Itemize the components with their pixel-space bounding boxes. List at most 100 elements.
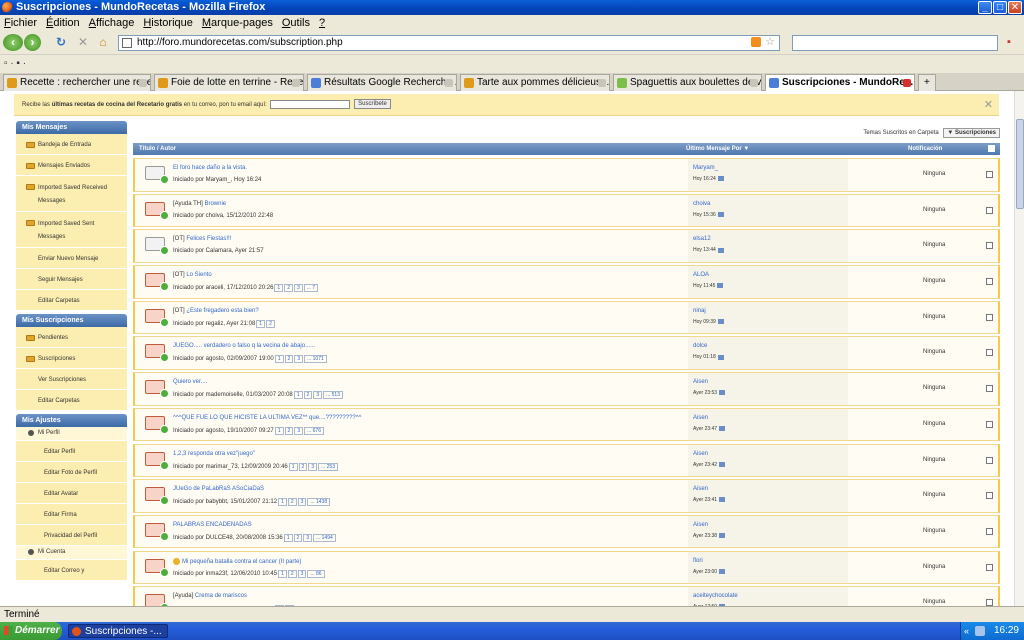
- last-post-user[interactable]: Aisen: [693, 379, 708, 385]
- vertical-scrollbar[interactable]: [1014, 91, 1024, 606]
- sidebar-link[interactable]: Imported Saved Sent Messages: [16, 212, 127, 248]
- thread-page-link[interactable]: 1: [278, 569, 287, 578]
- menu-item[interactable]: Fichier: [4, 17, 37, 29]
- thread-select-checkbox[interactable]: [986, 420, 993, 428]
- thread-title-link[interactable]: ¿Este fregadero esta bien?: [186, 308, 258, 314]
- browser-tab[interactable]: Recette : rechercher une rece...: [3, 74, 151, 91]
- thread-page-link[interactable]: 2: [298, 462, 308, 471]
- sidebar-link[interactable]: Imported Saved Received Messages: [16, 176, 127, 212]
- go-to-last-post-icon[interactable]: [719, 390, 726, 396]
- back-arrow-icon[interactable]: ‹: [3, 34, 23, 51]
- thread-page-link[interactable]: 1: [274, 284, 284, 293]
- thread-select-checkbox[interactable]: [986, 278, 993, 286]
- thread-select-checkbox[interactable]: [986, 206, 993, 214]
- thread-title-link[interactable]: Mi pequeña batalla contra el cancer (II …: [182, 559, 301, 565]
- thread-page-link[interactable]: 3: [297, 498, 307, 507]
- thread-page-link[interactable]: ... 1071: [304, 355, 327, 364]
- last-post-user[interactable]: ALOA: [693, 272, 709, 278]
- sidebar-link[interactable]: Bandeja de Entrada: [16, 134, 127, 155]
- menu-item[interactable]: Marque-pages: [202, 17, 273, 29]
- menu-item[interactable]: Affichage: [89, 17, 135, 29]
- address-bar[interactable]: http://foro.mundorecetas.com/subscriptio…: [118, 35, 780, 51]
- minimize-button[interactable]: _: [978, 1, 992, 14]
- thread-title-link[interactable]: Brownie: [204, 201, 226, 207]
- start-button[interactable]: Démarrer: [0, 622, 62, 640]
- thread-title-link[interactable]: JUEGO..... verdadero o falso q la vecina…: [173, 343, 315, 349]
- thread-page-link[interactable]: 3: [313, 391, 323, 400]
- last-post-user[interactable]: Aisen: [693, 451, 708, 457]
- thread-page-link[interactable]: 2: [284, 426, 294, 435]
- thread-page-link[interactable]: 2: [284, 284, 293, 293]
- sidebar-link[interactable]: Suscripciones: [16, 348, 127, 369]
- thread-page-link[interactable]: 1: [283, 533, 293, 542]
- tab-close-icon[interactable]: [139, 79, 147, 87]
- thread-page-link[interactable]: 2: [287, 498, 297, 507]
- sidebar-link[interactable]: Editar Correo y: [16, 560, 127, 581]
- last-post-user[interactable]: ninaj: [693, 308, 706, 314]
- thread-page-link[interactable]: ... 86: [307, 569, 325, 578]
- newsletter-email-input[interactable]: [270, 99, 351, 109]
- thread-title-link[interactable]: Crema de mariscos: [195, 593, 247, 599]
- menu-item[interactable]: ?: [319, 17, 325, 29]
- thread-select-checkbox[interactable]: [986, 385, 993, 393]
- reload-icon[interactable]: ↻: [55, 34, 67, 51]
- last-post-user[interactable]: flori: [693, 558, 703, 564]
- thread-page-link[interactable]: ... 1438: [307, 498, 331, 507]
- sidebar-link[interactable]: Editar Avatar: [16, 483, 127, 504]
- sidebar-link[interactable]: Editar Firma: [16, 504, 127, 525]
- thread-page-link[interactable]: 2: [266, 319, 275, 328]
- browser-tab[interactable]: Spaguettis aux boulettes de vi...: [613, 74, 762, 91]
- menu-item[interactable]: Outils: [282, 17, 310, 29]
- thread-page-link[interactable]: 1: [256, 319, 266, 328]
- thread-page-link[interactable]: 3: [294, 426, 304, 435]
- go-to-last-post-icon[interactable]: [717, 176, 724, 182]
- browser-tab[interactable]: Suscripciones - MundoRe...: [765, 74, 915, 91]
- thread-select-checkbox[interactable]: [986, 492, 993, 500]
- home-icon[interactable]: ⌂: [97, 34, 109, 51]
- last-post-user[interactable]: elsa12: [693, 236, 711, 242]
- thread-select-checkbox[interactable]: [986, 349, 993, 357]
- search-engine-icon[interactable]: ▪: [1002, 34, 1016, 51]
- thread-page-link[interactable]: 3: [294, 355, 304, 364]
- stop-icon[interactable]: ✕: [77, 34, 89, 51]
- thread-page-link[interactable]: 1: [288, 462, 298, 471]
- maximize-button[interactable]: □: [993, 1, 1007, 14]
- last-post-user[interactable]: Maryam_: [693, 165, 718, 171]
- thread-page-link[interactable]: 3: [308, 462, 318, 471]
- thread-select-checkbox[interactable]: [986, 599, 993, 606]
- thread-page-link[interactable]: 2: [287, 569, 297, 578]
- col-title-author[interactable]: Título / Autor: [139, 143, 176, 155]
- menu-item[interactable]: Édition: [46, 17, 80, 29]
- thread-select-checkbox[interactable]: [986, 563, 993, 571]
- tray-expand-icon[interactable]: «: [964, 622, 969, 640]
- go-to-last-post-icon[interactable]: [719, 497, 726, 503]
- thread-title-link[interactable]: Felices Fiestas!!!: [186, 236, 231, 242]
- thread-page-link[interactable]: 3: [303, 533, 313, 542]
- browser-tab[interactable]: Résultats Google Recherche ...: [307, 74, 457, 91]
- tab-close-icon[interactable]: [445, 79, 453, 87]
- thread-select-checkbox[interactable]: [986, 456, 993, 464]
- sidebar-link[interactable]: Seguir Mensajes: [16, 269, 127, 290]
- sidebar-link[interactable]: Ver Suscripciones: [16, 369, 127, 390]
- thread-select-checkbox[interactable]: [986, 527, 993, 535]
- go-to-last-post-icon[interactable]: [719, 461, 726, 467]
- thread-title-link[interactable]: JUeGo de PaLabRaS ASoCiaDaS: [173, 486, 264, 492]
- last-post-user[interactable]: Aisen: [693, 415, 708, 421]
- bookmark-folder-icon[interactable]: ▫ · ▪ ·: [4, 58, 26, 69]
- sidebar-link[interactable]: Enviar Nuevo Mensaje: [16, 248, 127, 269]
- thread-title-link[interactable]: El foro hace daño a la vista.: [173, 165, 247, 171]
- thread-page-link[interactable]: ... 253: [318, 462, 338, 471]
- thread-select-checkbox[interactable]: [986, 171, 993, 178]
- col-notification[interactable]: Notificación: [908, 143, 942, 155]
- last-post-user[interactable]: aceiteychocolate: [693, 593, 738, 599]
- thread-page-link[interactable]: 1: [274, 355, 284, 364]
- sidebar-link[interactable]: Privacidad del Perfil: [16, 525, 127, 546]
- go-to-last-post-icon[interactable]: [717, 247, 724, 253]
- close-window-button[interactable]: ✕: [1008, 1, 1022, 14]
- subscribe-button[interactable]: Suscríbete: [354, 99, 391, 110]
- thread-page-link[interactable]: ... 1494: [313, 533, 336, 542]
- sidebar-link[interactable]: Pendientes: [16, 327, 127, 348]
- scrollbar-thumb[interactable]: [1016, 119, 1024, 209]
- go-to-last-post-icon[interactable]: [719, 568, 726, 574]
- browser-tab[interactable]: Foie de lotte en terrine - Rece...: [154, 74, 304, 91]
